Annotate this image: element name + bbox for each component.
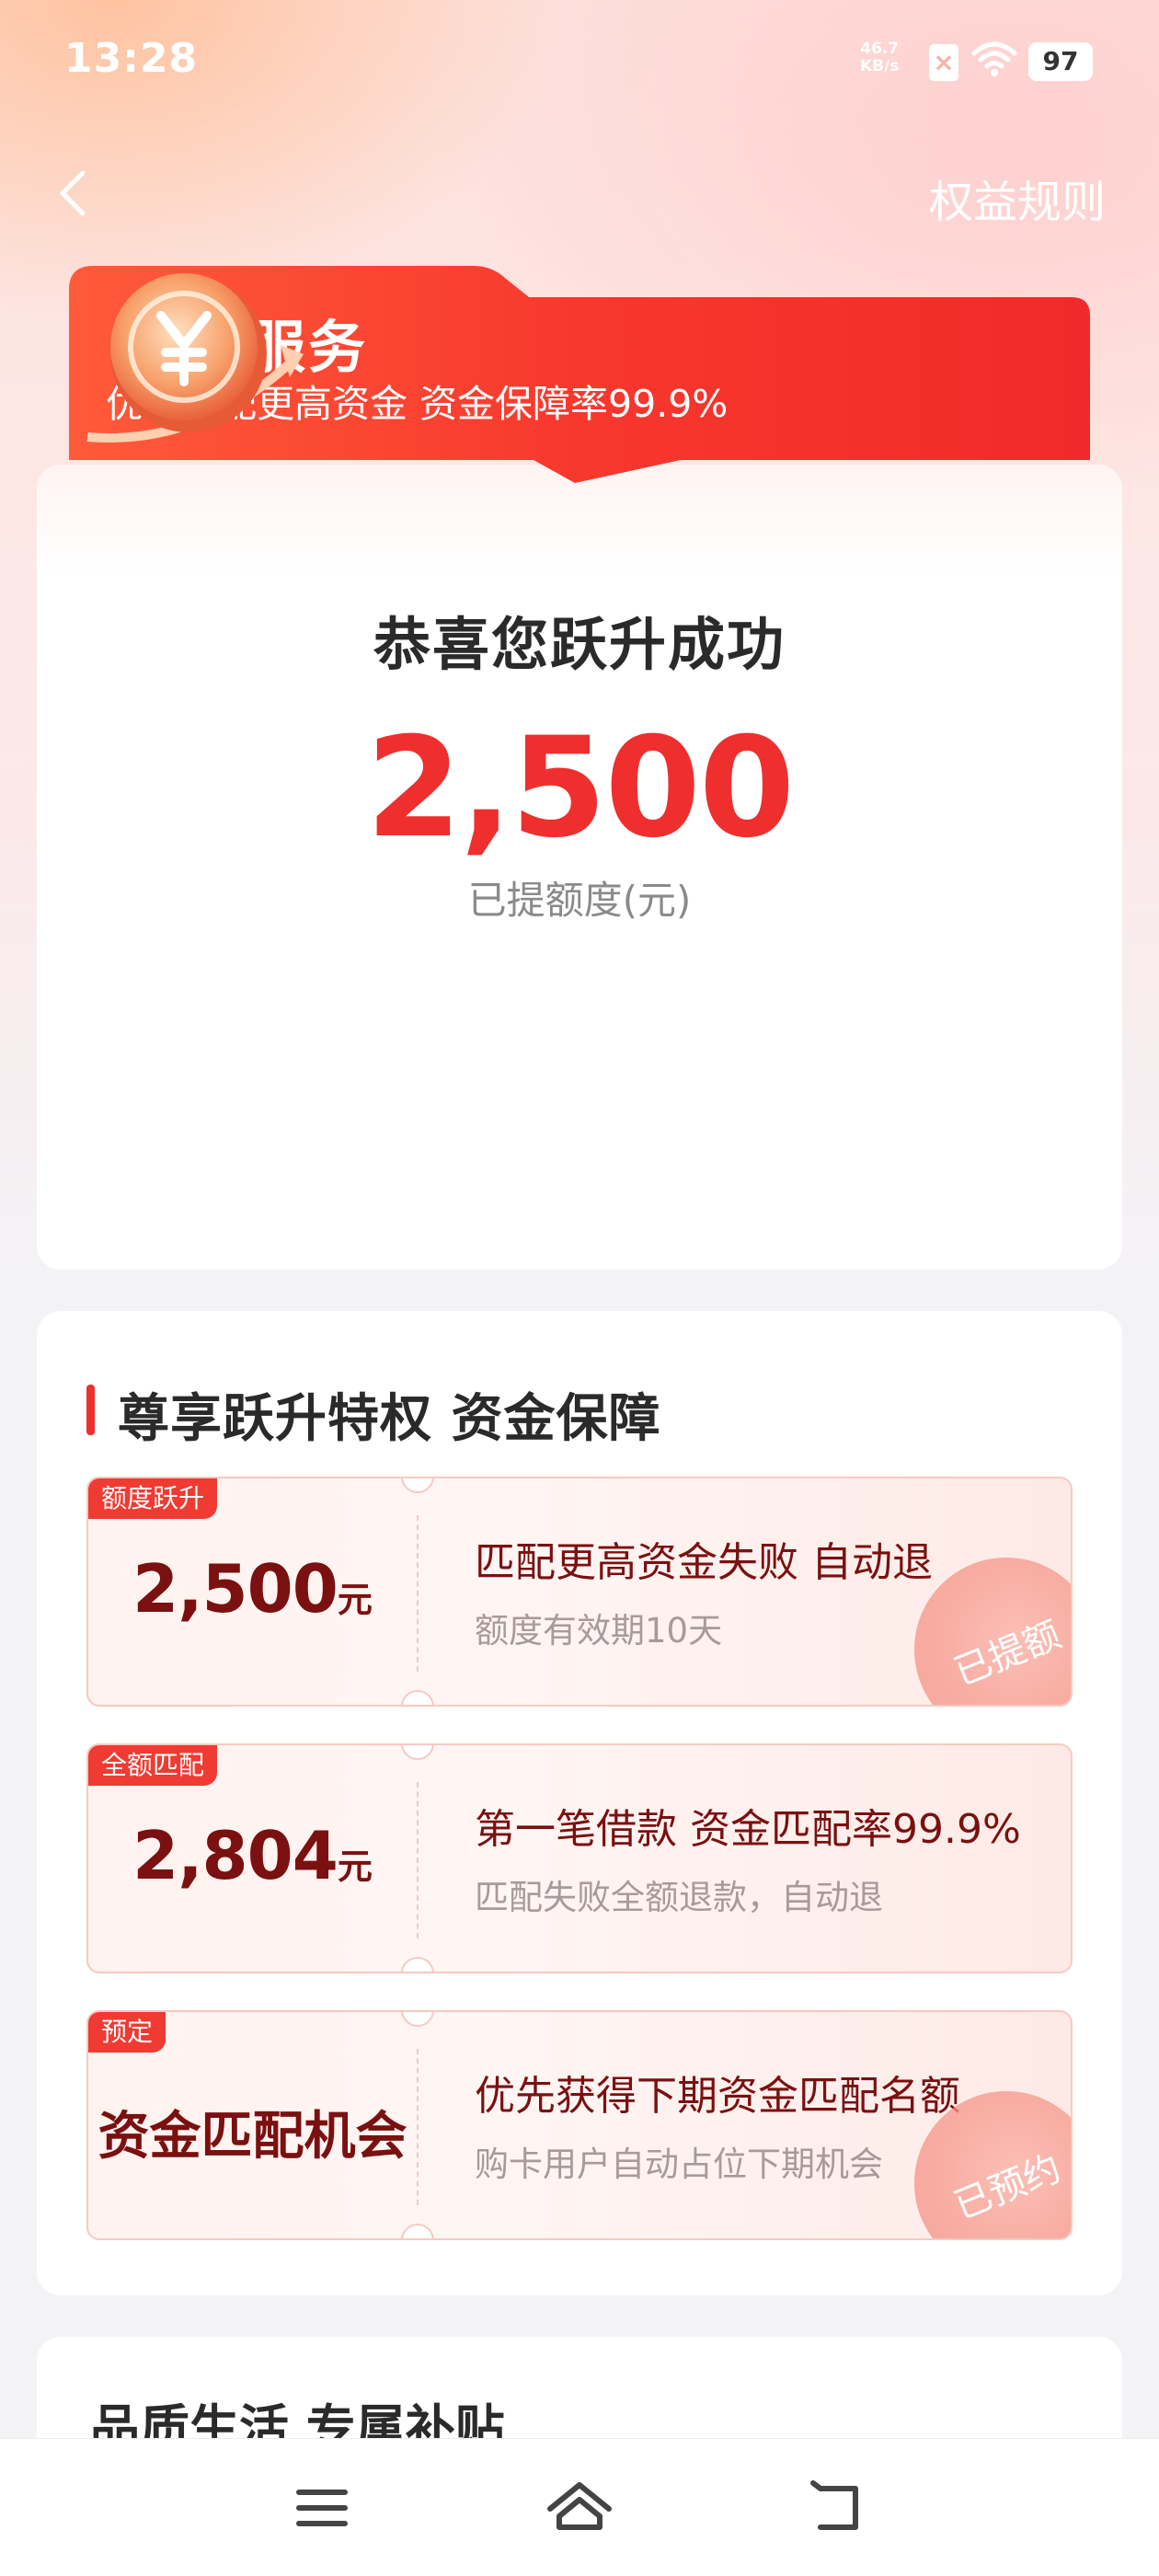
back-nav-icon[interactable] (800, 2476, 874, 2540)
yuan-coin-icon (86, 273, 304, 443)
privilege-title: 匹配更高资金失败 自动退 (475, 1539, 933, 1586)
privilege-item-full-match[interactable]: 全额匹配 2,804元 第一笔借款 资金匹配率99.9% 匹配失败全额退款，自动… (86, 1743, 1073, 1973)
privilege-tag: 额度跃升 (88, 1478, 218, 1519)
privilege-title: 第一笔借款 资金匹配率99.9% (475, 1806, 1021, 1853)
network-speed-unit: KB/s (860, 57, 900, 75)
privilege-desc: 购卡用户自动占位下期机会 (475, 2145, 883, 2184)
rules-link[interactable]: 权益规则 (929, 166, 1106, 230)
privilege-desc: 匹配失败全额退款，自动退 (475, 1878, 883, 1917)
privilege-item-reservation[interactable]: 预定 资金匹配机会 优先获得下期资金匹配名额 购卡用户自动占位下期机会 已预约 (86, 2010, 1073, 2240)
success-title: 恭喜您跃升成功 (373, 611, 786, 678)
privilege-tag: 全额匹配 (88, 1745, 218, 1786)
heading-accent-bar (86, 1385, 95, 1435)
privilege-item-quota[interactable]: 额度跃升 2,500元 匹配更高资金失败 自动退 额度有效期10天 已提额 (86, 1477, 1073, 1707)
privilege-desc: 额度有效期10天 (475, 1611, 723, 1650)
status-bar: 13:28 46.7 KB/s × 97 (0, 0, 1159, 120)
raised-amount-label: 已提额度(元) (467, 878, 692, 923)
service-banner: 跃升服务 优先匹配更高资金 资金保障率99.9% (69, 262, 1090, 483)
privilege-tag: 预定 (88, 2012, 166, 2053)
privilege-amount: 2,804元 (132, 1817, 373, 1894)
network-speed: 46.7 KB/s (860, 40, 899, 75)
status-time: 13:28 (64, 35, 199, 82)
privilege-amount: 2,500元 (132, 1550, 373, 1627)
system-nav-bar (0, 2438, 1159, 2576)
back-icon[interactable] (48, 166, 103, 221)
menu-icon[interactable] (285, 2476, 359, 2540)
raised-amount: 2,500 (365, 708, 795, 868)
battery-indicator: 97 (1028, 42, 1093, 81)
privilege-big-text: 资金匹配机会 (98, 2107, 407, 2167)
no-sim-icon: × (929, 44, 958, 81)
success-card: 恭喜您跃升成功 2,500 已提额度(元) (37, 465, 1122, 1270)
home-icon[interactable] (543, 2476, 616, 2540)
wifi-icon (971, 41, 1017, 76)
privileges-heading: 尊享跃升特权 资金保障 (118, 1389, 661, 1449)
privileges-card: 尊享跃升特权 资金保障 额度跃升 2,500元 匹配更高资金失败 自动退 额度有… (37, 1311, 1122, 2295)
network-speed-value: 46.7 (860, 40, 900, 58)
privilege-title: 优先获得下期资金匹配名额 (475, 2073, 960, 2120)
